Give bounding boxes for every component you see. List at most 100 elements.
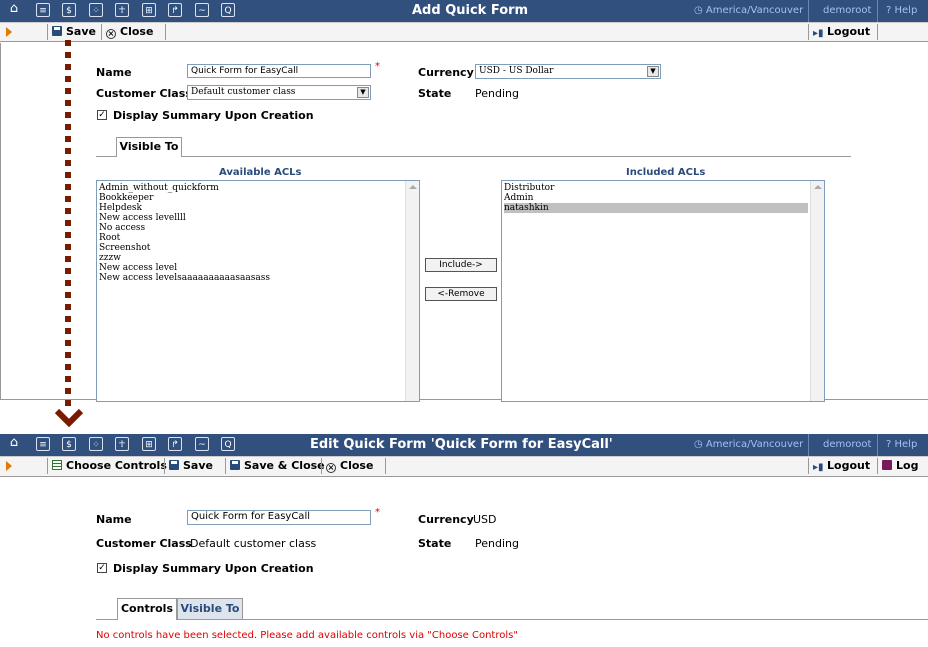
expand-arrow-icon[interactable] bbox=[6, 27, 12, 37]
dollar-icon[interactable]: $ bbox=[62, 437, 76, 451]
required-mark: * bbox=[375, 61, 380, 72]
customer-class-label: Customer Class bbox=[96, 87, 192, 100]
list-item-selected[interactable]: natashkin bbox=[504, 203, 808, 213]
tab-controls[interactable]: Controls bbox=[117, 598, 177, 620]
list-item[interactable]: Root bbox=[99, 233, 419, 243]
home-icon[interactable]: ⌂ bbox=[7, 2, 21, 16]
search-icon[interactable]: Q bbox=[221, 3, 235, 17]
list-item[interactable]: No access bbox=[99, 223, 419, 233]
tab-visible-to[interactable]: Visible To bbox=[116, 137, 182, 157]
list-item[interactable]: Admin bbox=[504, 193, 824, 203]
save-button[interactable]: Save bbox=[164, 458, 213, 474]
dollar-icon[interactable]: $ bbox=[62, 3, 76, 17]
top-toolbar: Save × Close ▸▮ Logout bbox=[0, 22, 928, 42]
timezone-text: America/Vancouver bbox=[705, 439, 804, 450]
close-icon: × bbox=[326, 463, 336, 473]
logout-button[interactable]: ▸▮ Logout bbox=[808, 458, 870, 474]
chevron-down-icon: ▼ bbox=[647, 66, 659, 77]
logout-label: Logout bbox=[827, 25, 871, 38]
list-item[interactable]: New access levellll bbox=[99, 213, 419, 223]
chevron-down-icon: ▼ bbox=[357, 87, 369, 98]
list-item[interactable]: New access levelsaaaaaaaaaasaasass bbox=[99, 273, 419, 283]
currency-select[interactable]: USD - US Dollar ▼ bbox=[475, 64, 661, 79]
remove-button[interactable]: <-Remove bbox=[425, 287, 497, 301]
toolbar-end-sep bbox=[165, 24, 166, 40]
state-value: Pending bbox=[475, 537, 519, 550]
bottom-title-bar: ⌂ ≡ $ ⁘ ☥ ⊞ ↱ ~ Q Edit Quick Form 'Quick… bbox=[0, 434, 928, 456]
page-title: Add Quick Form bbox=[412, 3, 529, 18]
user-link[interactable]: demoroot bbox=[823, 439, 871, 450]
currency-label: Currency bbox=[418, 66, 474, 79]
user-link[interactable]: demoroot bbox=[823, 5, 871, 16]
customer-class-label: Customer Class bbox=[96, 537, 192, 550]
display-summary-checkbox[interactable]: ✓ bbox=[97, 563, 107, 573]
bottom-toolbar: Choose Controls Save Save & Close × Close… bbox=[0, 456, 928, 477]
required-mark: * bbox=[375, 507, 380, 518]
expand-arrow-icon[interactable] bbox=[6, 461, 12, 471]
list-item[interactable]: Helpdesk bbox=[99, 203, 419, 213]
network-icon[interactable]: ⊞ bbox=[142, 3, 156, 17]
grid-icon[interactable]: ⁘ bbox=[89, 3, 103, 17]
tab-visible-to[interactable]: Visible To bbox=[177, 598, 243, 620]
save-icon bbox=[52, 26, 62, 36]
chart-icon[interactable]: ~ bbox=[195, 437, 209, 451]
scrollbar[interactable] bbox=[810, 181, 824, 401]
network-icon[interactable]: ⊞ bbox=[142, 437, 156, 451]
no-controls-message: No controls have been selected. Please a… bbox=[96, 630, 518, 641]
home-icon[interactable]: ⌂ bbox=[7, 436, 21, 450]
toolbar-end-sep bbox=[385, 458, 386, 474]
person-icon[interactable]: ☥ bbox=[115, 3, 129, 17]
state-label: State bbox=[418, 87, 452, 100]
list-item[interactable]: Distributor bbox=[504, 183, 824, 193]
list-icon[interactable]: ≡ bbox=[36, 437, 50, 451]
save-close-button[interactable]: Save & Close bbox=[225, 458, 325, 474]
available-acls-header: Available ACLs bbox=[219, 167, 302, 178]
routing-icon[interactable]: ↱ bbox=[168, 3, 182, 17]
separator bbox=[808, 0, 809, 22]
log-icon bbox=[882, 460, 892, 470]
help-link[interactable]: ? Help bbox=[886, 5, 917, 16]
logout-button[interactable]: ▸▮ Logout bbox=[808, 24, 870, 40]
tab-underline bbox=[96, 156, 851, 157]
separator bbox=[808, 434, 809, 456]
list-item[interactable]: Bookkeeper bbox=[99, 193, 419, 203]
available-acls-list[interactable]: Admin_without_quickform Bookkeeper Helpd… bbox=[96, 180, 420, 402]
scrollbar[interactable] bbox=[405, 181, 419, 401]
timezone-link[interactable]: ◷ America/Vancouver bbox=[694, 439, 803, 450]
timezone-link[interactable]: ◷ America/Vancouver bbox=[694, 5, 803, 16]
toolbar-right-sep bbox=[877, 24, 878, 40]
display-summary-checkbox[interactable]: ✓ bbox=[97, 110, 107, 120]
log-label: Log bbox=[896, 459, 919, 472]
scroll-up-icon[interactable] bbox=[814, 185, 822, 189]
scroll-up-icon[interactable] bbox=[409, 185, 417, 189]
logout-icon: ▸▮ bbox=[813, 462, 824, 473]
routing-icon[interactable]: ↱ bbox=[168, 437, 182, 451]
log-button[interactable]: Log bbox=[877, 458, 918, 474]
choose-controls-button[interactable]: Choose Controls bbox=[47, 458, 167, 474]
included-acls-list[interactable]: Distributor Admin natashkin bbox=[501, 180, 825, 402]
logout-icon: ▸▮ bbox=[813, 28, 824, 39]
help-text: Help bbox=[894, 5, 918, 16]
currency-value: USD - US Dollar bbox=[479, 66, 554, 76]
customer-class-value: Default customer class bbox=[190, 537, 317, 550]
help-link[interactable]: ? Help bbox=[886, 439, 917, 450]
grid-icon[interactable]: ⁘ bbox=[89, 437, 103, 451]
include-button[interactable]: Include-> bbox=[425, 258, 497, 272]
save-button[interactable]: Save bbox=[47, 24, 96, 40]
name-field[interactable]: Quick Form for EasyCall bbox=[187, 510, 371, 525]
person-icon[interactable]: ☥ bbox=[115, 437, 129, 451]
search-icon[interactable]: Q bbox=[221, 437, 235, 451]
customer-class-select[interactable]: Default customer class ▼ bbox=[187, 85, 371, 100]
chart-icon[interactable]: ~ bbox=[195, 3, 209, 17]
list-item[interactable]: zzzw bbox=[99, 253, 419, 263]
close-button[interactable]: × Close bbox=[321, 458, 373, 474]
list-icon[interactable]: ≡ bbox=[36, 3, 50, 17]
name-field[interactable]: Quick Form for EasyCall bbox=[187, 64, 371, 78]
close-button[interactable]: × Close bbox=[101, 24, 153, 40]
list-item[interactable]: Admin_without_quickform bbox=[99, 183, 419, 193]
transition-arrow-dots bbox=[65, 40, 71, 410]
timezone-text: America/Vancouver bbox=[705, 5, 804, 16]
list-item[interactable]: Screenshot bbox=[99, 243, 419, 253]
save-label: Save bbox=[66, 25, 96, 38]
list-item[interactable]: New access level bbox=[99, 263, 419, 273]
